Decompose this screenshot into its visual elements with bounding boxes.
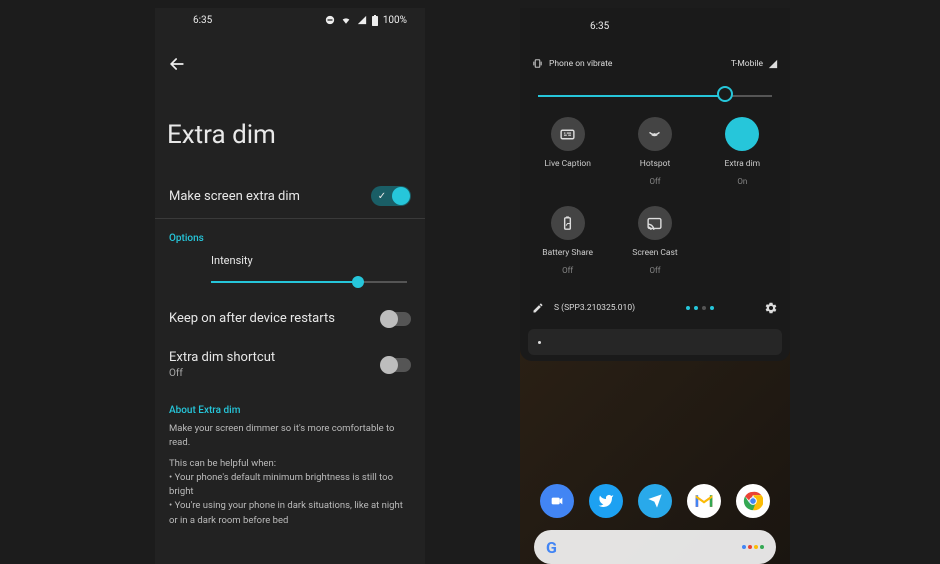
- app-icon-telegram[interactable]: [638, 484, 672, 518]
- about-intro: Make your screen dimmer so it's more com…: [155, 416, 425, 451]
- app-icon-gmail[interactable]: [687, 484, 721, 518]
- qs-tile-extra-dim[interactable]: Extra dim On: [699, 117, 786, 186]
- tile-label: Screen Cast: [632, 248, 677, 258]
- signal-icon: [768, 59, 778, 69]
- app-icon-chrome[interactable]: [736, 484, 770, 518]
- status-bar: 6:35 100%: [155, 10, 425, 30]
- app-dock: [532, 472, 778, 526]
- back-arrow-icon[interactable]: [167, 54, 187, 74]
- check-icon: ✓: [374, 188, 390, 204]
- status-time: 6:35: [538, 21, 609, 32]
- battery-share-icon: [551, 206, 585, 240]
- page-title: Extra dim: [155, 84, 425, 174]
- signal-icon: [357, 15, 367, 25]
- brightness-slider[interactable]: [520, 75, 790, 107]
- shortcut-sub: Off: [169, 368, 275, 379]
- intensity-slider[interactable]: [155, 277, 425, 299]
- tile-sub: Off: [649, 266, 660, 275]
- search-bar[interactable]: G: [534, 530, 776, 564]
- quick-settings-panel: 6:35 Phone on vibrate T-Mobile Live Capt…: [520, 8, 790, 361]
- tile-label: Extra dim: [725, 159, 761, 169]
- tile-sub: On: [737, 177, 747, 186]
- dnd-icon: [325, 15, 335, 25]
- caption-icon: [551, 117, 585, 151]
- dim-icon: [725, 117, 759, 151]
- page-dots: [686, 306, 714, 310]
- battery-percent: 100%: [383, 15, 407, 26]
- build-text: S (SPP3.210325.010): [554, 303, 635, 313]
- make-dim-label: Make screen extra dim: [169, 189, 300, 204]
- battery-icon: [372, 15, 378, 26]
- notification-shelf[interactable]: [528, 329, 782, 355]
- settings-screen: 6:35 100% Extra dim Make screen extra di…: [155, 8, 425, 564]
- toolbar: [155, 30, 425, 84]
- quick-settings-screen: 6:35 Phone on vibrate T-Mobile Live Capt…: [520, 8, 790, 564]
- keep-on-toggle[interactable]: [381, 312, 411, 326]
- assistant-icon[interactable]: [742, 545, 764, 549]
- tile-sub: Off: [562, 266, 573, 275]
- tile-label: Live Caption: [544, 159, 591, 169]
- app-icon-twitter[interactable]: [589, 484, 623, 518]
- shortcut-label: Extra dim shortcut Off: [169, 350, 275, 379]
- edit-icon[interactable]: [532, 302, 544, 314]
- google-logo-icon: G: [546, 538, 557, 557]
- qs-footer: S (SPP3.210325.010): [520, 279, 790, 325]
- status-bar: 6:35: [520, 16, 790, 36]
- tile-sub: Off: [649, 177, 660, 186]
- intensity-label: Intensity: [155, 244, 425, 277]
- gear-icon[interactable]: [764, 301, 778, 315]
- qs-tile-live-caption[interactable]: Live Caption: [524, 117, 611, 186]
- status-time: 6:35: [173, 15, 212, 26]
- hotspot-icon: [638, 117, 672, 151]
- about-header: About Extra dim: [155, 391, 425, 416]
- shortcut-row[interactable]: Extra dim shortcut Off: [155, 338, 425, 391]
- make-dim-row[interactable]: Make screen extra dim ✓: [155, 174, 425, 218]
- about-bullet: Your phone's default minimum brightness …: [169, 471, 411, 500]
- cast-icon: [638, 206, 672, 240]
- app-icon-duo[interactable]: [540, 484, 574, 518]
- tile-label: Hotspot: [640, 159, 670, 169]
- slider-thumb[interactable]: [352, 276, 364, 288]
- shortcut-toggle[interactable]: [381, 358, 411, 372]
- about-helpful: This can be helpful when: Your phone's d…: [155, 451, 425, 528]
- keep-on-row[interactable]: Keep on after device restarts: [155, 299, 425, 338]
- wifi-icon: [340, 15, 352, 25]
- slider-thumb[interactable]: [717, 86, 733, 102]
- keep-on-label: Keep on after device restarts: [169, 311, 335, 326]
- vibrate-indicator[interactable]: Phone on vibrate: [532, 58, 612, 69]
- about-bullet: You're using your phone in dark situatio…: [169, 499, 411, 528]
- qs-tile-screen-cast[interactable]: Screen Cast Off: [611, 206, 698, 275]
- qs-header-row: Phone on vibrate T-Mobile: [520, 36, 790, 75]
- tile-label: Battery Share: [542, 248, 593, 258]
- qs-tile-hotspot[interactable]: Hotspot Off: [611, 117, 698, 186]
- carrier-indicator: T-Mobile: [731, 59, 778, 69]
- home-area: G: [520, 472, 790, 564]
- qs-tiles: Live Caption Hotspot Off Extra dim On Ba…: [520, 107, 790, 279]
- make-dim-toggle[interactable]: ✓: [371, 186, 411, 206]
- qs-tile-battery-share[interactable]: Battery Share Off: [524, 206, 611, 275]
- options-header: Options: [155, 219, 425, 244]
- vibrate-icon: [532, 58, 543, 69]
- status-icons: 100%: [325, 15, 407, 26]
- notif-dot-icon: [538, 341, 541, 344]
